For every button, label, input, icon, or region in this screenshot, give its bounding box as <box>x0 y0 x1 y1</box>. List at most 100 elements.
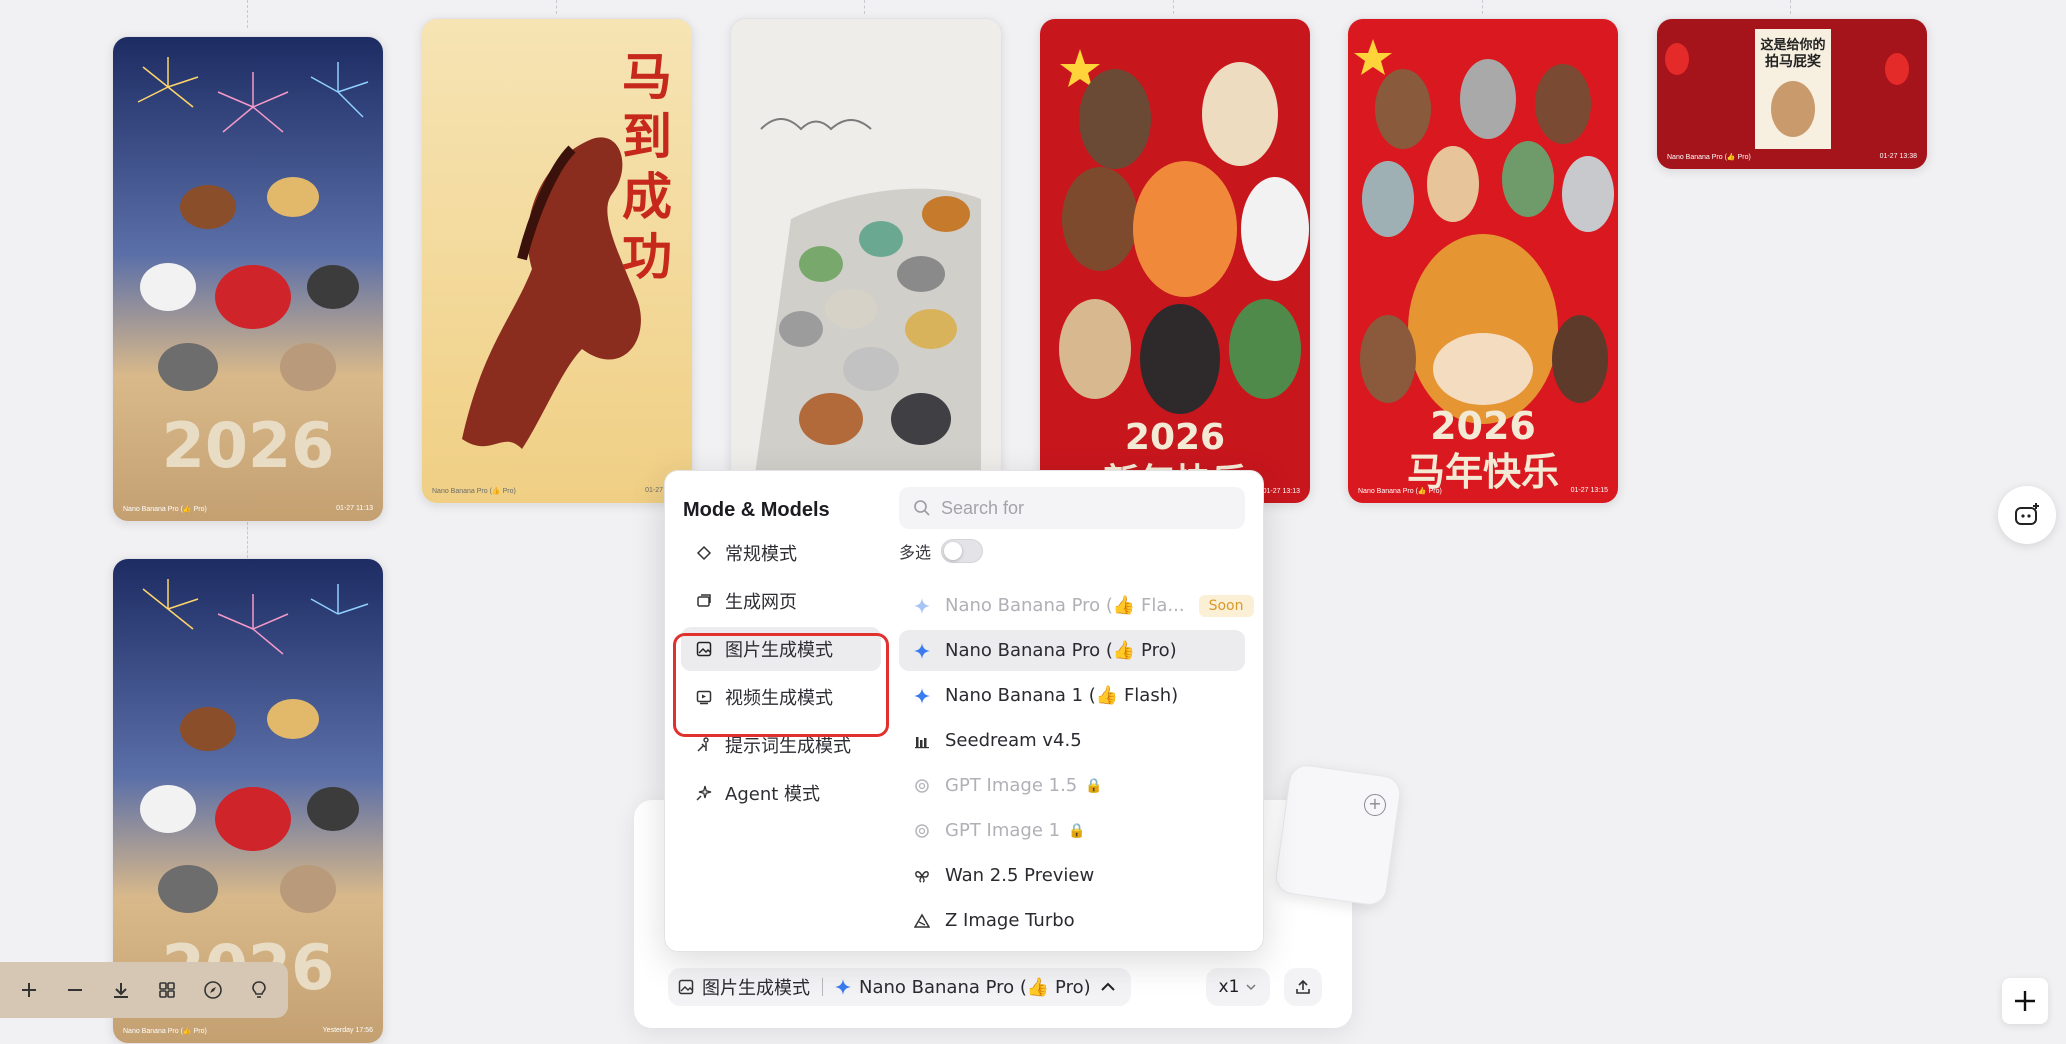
model-label: GPT Image 1 <box>945 820 1061 841</box>
grid-view-button[interactable] <box>152 975 182 1005</box>
caption-time: 01-27 13:38 <box>1879 153 1917 160</box>
model-item-seedream[interactable]: Seedream v4.5 <box>899 720 1245 761</box>
prompt-icon <box>695 736 713 754</box>
svg-text:马: 马 <box>622 48 672 106</box>
diamond-icon <box>695 544 713 562</box>
model-label: Seedream v4.5 <box>945 730 1082 751</box>
mode-item-image[interactable]: 图片生成模式 <box>681 627 881 671</box>
mode-model-selector[interactable]: 图片生成模式 Nano Banana Pro (👍 Pro) <box>668 968 1131 1006</box>
plus-icon <box>2015 991 2035 1011</box>
minus-icon <box>68 989 82 991</box>
multiselect-toggle[interactable] <box>941 539 984 563</box>
mode-models-popover: Mode & Models 常规模式 生成网页 图片生成模式 视频生成模式 提示… <box>664 470 1264 952</box>
openai-icon <box>913 822 931 840</box>
seedream-icon <box>913 732 931 750</box>
connector-line <box>1482 0 1483 14</box>
webpage-icon <box>695 592 713 610</box>
download-icon <box>114 983 128 998</box>
mode-label: 图片生成模式 <box>725 640 833 661</box>
card-caption: Nano Banana Pro (👍 Pro) 01-27 13:38 <box>1667 153 1917 161</box>
selected-mode-label: 图片生成模式 <box>702 978 810 999</box>
model-label: GPT Image 1.5 <box>945 775 1078 796</box>
search-input[interactable] <box>939 496 1233 520</box>
model-label: Nano Banana Pro (👍 Fla... <box>945 595 1185 616</box>
upload-button[interactable] <box>1284 968 1322 1006</box>
attachment-slot[interactable] <box>1273 762 1403 908</box>
connector-line <box>864 0 865 14</box>
mode-label: Agent 模式 <box>725 784 821 805</box>
lock-icon: 🔒 <box>1085 777 1103 794</box>
model-item-gpt-image-1-5[interactable]: GPT Image 1.5 🔒 <box>899 765 1245 806</box>
navigate-button[interactable] <box>198 975 228 1005</box>
model-item-wan[interactable]: Wan 2.5 Preview <box>899 855 1245 896</box>
model-search[interactable] <box>899 487 1245 529</box>
connector-line <box>1790 0 1791 14</box>
image-card-galloping-horse[interactable]: 马 到 成 功 Nano Banana Pro (👍 Pro)01-27 11:… <box>421 18 693 504</box>
svg-text:2026: 2026 <box>1125 417 1225 458</box>
art-year-text: 2026 <box>162 409 335 482</box>
gemini-icon <box>913 597 931 615</box>
gemini-icon <box>913 642 931 660</box>
download-button[interactable] <box>106 975 136 1005</box>
mode-list: 常规模式 生成网页 图片生成模式 视频生成模式 提示词生成模式 Agent 模式 <box>681 531 881 819</box>
chevron-down-icon <box>1246 984 1256 991</box>
card-caption: Nano Banana Pro (👍 Pro) Yesterday 17:56 <box>123 1027 373 1035</box>
toggle-knob <box>944 542 963 560</box>
divider <box>822 978 823 996</box>
caption-time: 01-27 11:13 <box>336 505 373 512</box>
model-item-z-image[interactable]: Z Image Turbo <box>899 900 1245 941</box>
caption-model: Nano Banana Pro (👍 Pro) <box>432 488 516 495</box>
fireworks-horses-image: 2026 <box>113 37 383 521</box>
connector-line <box>247 522 248 558</box>
card-caption: Nano Banana Pro (👍 Pro) 01-27 11:13 <box>123 505 373 513</box>
tips-button[interactable] <box>244 975 274 1005</box>
compass-icon <box>204 981 222 999</box>
search-icon <box>914 500 930 516</box>
model-list: Nano Banana Pro (👍 Fla... Soon Nano Bana… <box>899 585 1254 945</box>
image-card-red-banner[interactable]: 这是给你的 拍马屁奖 Nano Banana Pro (👍 Pro) 01-27 … <box>1656 18 1928 170</box>
mode-item-agent[interactable]: Agent 模式 <box>681 771 881 815</box>
caption-model: Nano Banana Pro (👍 Pro) <box>1667 154 1751 161</box>
svg-text:拍马屁奖: 拍马屁奖 <box>1765 53 1822 70</box>
soon-badge: Soon <box>1198 594 1254 617</box>
mode-item-video[interactable]: 视频生成模式 <box>681 675 881 719</box>
image-count-select[interactable]: x1 <box>1206 968 1270 1006</box>
connector-line <box>1173 0 1174 14</box>
mode-item-webpage[interactable]: 生成网页 <box>681 579 881 623</box>
svg-text:成: 成 <box>622 168 672 226</box>
image-card-ink-horses[interactable] <box>730 18 1002 504</box>
ai-bot-icon <box>2015 503 2039 525</box>
caption-model: Nano Banana Pro (👍 Pro) <box>123 1028 207 1035</box>
mode-item-regular[interactable]: 常规模式 <box>681 531 881 575</box>
cartoon-horses-image: 2026 新年快乐 <box>1040 19 1310 503</box>
model-item-gpt-image-1[interactable]: GPT Image 1 🔒 <box>899 810 1245 851</box>
connector-line <box>247 0 248 28</box>
caption-time: 01-27 13:15 <box>1570 487 1608 494</box>
mode-label: 提示词生成模式 <box>725 736 851 757</box>
card-caption: Nano Banana Pro (👍 Pro) 01-27 13:15 <box>1358 487 1608 495</box>
image-card-cartoon-horses[interactable]: 2026 新年快乐 01-27 13:13 <box>1039 18 1311 504</box>
video-icon <box>695 688 713 706</box>
model-item-nano-banana-pro-flash[interactable]: Nano Banana Pro (👍 Fla... Soon <box>899 585 1254 626</box>
connector-line <box>556 0 557 14</box>
gemini-icon <box>835 979 851 995</box>
model-item-nano-banana-1[interactable]: Nano Banana 1 (👍 Flash) <box>899 675 1245 716</box>
upload-icon <box>1296 979 1310 994</box>
lightbulb-icon <box>252 981 266 998</box>
grid-icon <box>159 982 175 998</box>
cartoon-horses-2-image: 2026 马年快乐 <box>1348 19 1618 503</box>
zoom-out-button[interactable] <box>60 975 90 1005</box>
assistant-float-button[interactable] <box>1998 486 2056 544</box>
image-card-cartoon-horses-2[interactable]: 2026 马年快乐 Nano Banana Pro (👍 Pro) 01-27 1… <box>1347 18 1619 504</box>
add-attachment-icon[interactable]: + <box>1364 794 1386 816</box>
svg-text:功: 功 <box>622 228 672 286</box>
zimage-icon <box>913 912 931 930</box>
zoom-in-button[interactable] <box>14 975 44 1005</box>
image-icon <box>695 640 713 658</box>
mode-item-prompt[interactable]: 提示词生成模式 <box>681 723 881 767</box>
gemini-icon <box>913 687 931 705</box>
model-label: Z Image Turbo <box>945 910 1075 931</box>
image-card-fireworks[interactable]: 2026 Nano Banana Pro (👍 Pro) 01-27 11:13 <box>112 36 384 522</box>
add-node-button[interactable] <box>2002 978 2048 1024</box>
model-item-nano-banana-pro[interactable]: Nano Banana Pro (👍 Pro) <box>899 630 1245 671</box>
